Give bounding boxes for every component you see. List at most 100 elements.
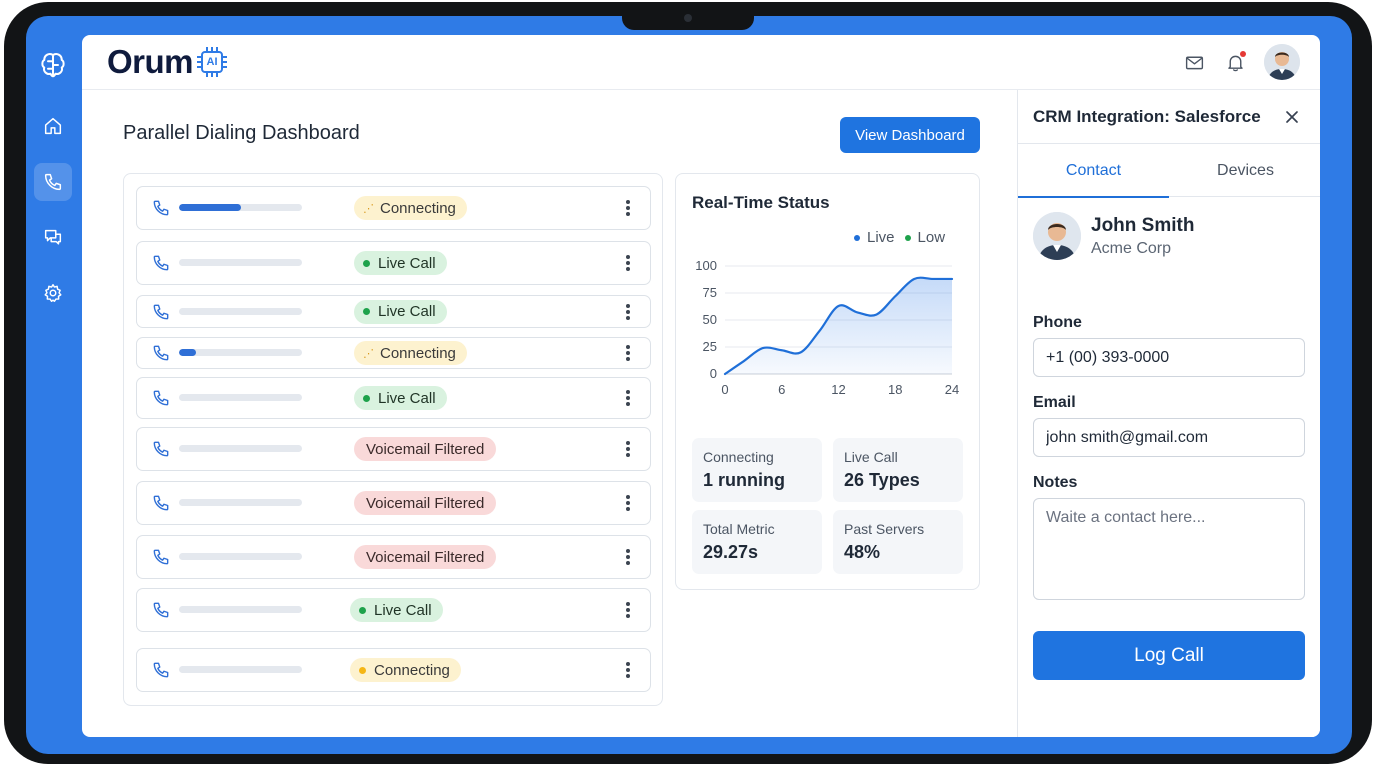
call-row[interactable]: Voicemail Filtered: [136, 535, 651, 579]
status-badge: Live Call: [354, 299, 447, 324]
tab-contact[interactable]: Contact: [1018, 144, 1169, 198]
crm-tabs: Contact Devices: [1018, 143, 1320, 198]
more-options-icon[interactable]: [619, 254, 637, 272]
status-text: Live Call: [378, 389, 436, 407]
more-options-icon[interactable]: [619, 494, 637, 512]
phone-icon: [151, 388, 171, 408]
status-text: Connecting: [374, 661, 450, 679]
view-dashboard-button[interactable]: View Dashboard: [840, 117, 980, 153]
metric-value: 29.27s: [703, 542, 759, 562]
phone-icon: [151, 302, 171, 322]
status-dot: [363, 259, 370, 267]
camera-notch: [622, 12, 754, 30]
call-progress-bar: [179, 349, 302, 356]
call-row[interactable]: Voicemail Filtered: [136, 427, 651, 471]
call-progress-bar: [179, 259, 302, 266]
metric-value: 1 running: [703, 470, 785, 490]
connecting-icon: ⋰: [363, 202, 374, 215]
more-options-icon[interactable]: [619, 344, 637, 362]
status-text: Voicemail Filtered: [366, 440, 485, 458]
close-button[interactable]: [1283, 108, 1301, 126]
status-chart: 100 75 50 25 00 6 12 18 24: [695, 258, 959, 397]
status-badge: Voicemail Filtered: [354, 437, 497, 461]
phone-icon: [153, 255, 169, 271]
phone-icon: [151, 439, 171, 459]
status-text: Live Call: [378, 303, 436, 320]
call-row[interactable]: Live Call: [136, 295, 651, 328]
y-tick-label: 0: [710, 366, 717, 381]
nav-settings[interactable]: [34, 274, 72, 312]
notes-label: Notes: [1033, 474, 1078, 491]
status-dot: [363, 394, 370, 402]
call-row[interactable]: Live Call: [136, 377, 651, 419]
gear-icon: [44, 284, 62, 302]
notifications-button[interactable]: [1223, 50, 1247, 74]
phone-icon: [153, 495, 169, 511]
x-tick-label: 6: [778, 382, 785, 397]
nav-home[interactable]: [34, 107, 72, 145]
x-tick-label: 12: [831, 382, 845, 397]
mail-icon: [1185, 56, 1203, 69]
call-row[interactable]: ⋰ Connecting: [136, 337, 651, 369]
status-text: Live Call: [374, 601, 432, 619]
log-call-button[interactable]: Log Call: [1033, 631, 1305, 680]
metric-card: Past Servers 48%: [833, 510, 963, 574]
nav-calls[interactable]: [34, 163, 72, 201]
metric-label: Total Metric: [703, 521, 775, 537]
metric-label: Connecting: [703, 449, 774, 465]
more-options-icon[interactable]: [619, 661, 637, 679]
chat-icon: [44, 229, 62, 245]
more-options-icon[interactable]: [619, 303, 637, 321]
status-dot: [359, 666, 366, 674]
email-label: Email: [1033, 394, 1076, 411]
call-row[interactable]: Connecting: [136, 648, 651, 692]
y-tick-label: 75: [703, 285, 717, 300]
phone-icon: [151, 198, 171, 218]
status-title: Real-Time Status: [692, 193, 830, 212]
status-badge: Voicemail Filtered: [354, 545, 497, 569]
metric-value: 48%: [844, 542, 881, 562]
chart-legend: Live Low: [854, 229, 955, 246]
call-progress-bar: [179, 204, 302, 211]
status-badge: Live Call: [354, 386, 447, 410]
calls-panel: ⋰ Connecting Live Call Live Call ⋰ Connecting…: [123, 173, 663, 706]
call-row[interactable]: ⋰ Connecting: [136, 186, 651, 230]
nav-messages[interactable]: [34, 218, 72, 256]
phone-icon: [153, 200, 169, 216]
more-options-icon[interactable]: [619, 601, 637, 619]
status-text: Connecting: [380, 344, 456, 362]
email-field[interactable]: [1033, 418, 1305, 457]
phone-icon: [151, 253, 171, 273]
contact-avatar: [1033, 212, 1081, 260]
brain-logo-icon: [34, 46, 72, 84]
mail-button[interactable]: [1182, 50, 1206, 74]
call-row[interactable]: Live Call: [136, 241, 651, 285]
phone-icon: [153, 441, 169, 457]
user-avatar[interactable]: [1264, 44, 1300, 80]
call-progress-bar: [179, 307, 302, 315]
more-options-icon[interactable]: [619, 199, 637, 217]
page-title: Parallel Dialing Dashboard: [123, 122, 360, 144]
phone-icon: [153, 549, 169, 565]
legend-low: Low: [904, 229, 945, 246]
call-progress-bar: [179, 553, 302, 560]
phone-field[interactable]: [1033, 338, 1305, 377]
phone-icon: [153, 602, 169, 618]
y-tick-label: 50: [703, 312, 717, 327]
notes-field[interactable]: [1033, 498, 1305, 600]
status-badge: Live Call: [350, 598, 443, 622]
phone-icon: [153, 345, 169, 361]
call-row[interactable]: Live Call: [136, 588, 651, 632]
status-badge: ⋰ Connecting: [354, 341, 467, 365]
more-options-icon[interactable]: [619, 389, 637, 407]
phone-label: Phone: [1033, 314, 1082, 331]
call-progress-bar: [179, 606, 302, 613]
phone-icon: [151, 547, 171, 567]
call-row[interactable]: Voicemail Filtered: [136, 481, 651, 525]
more-options-icon[interactable]: [619, 548, 637, 566]
more-options-icon[interactable]: [619, 440, 637, 458]
metric-label: Live Call: [844, 449, 898, 465]
phone-icon: [151, 493, 171, 513]
progress-fill: [179, 204, 241, 211]
tab-devices[interactable]: Devices: [1170, 144, 1320, 197]
